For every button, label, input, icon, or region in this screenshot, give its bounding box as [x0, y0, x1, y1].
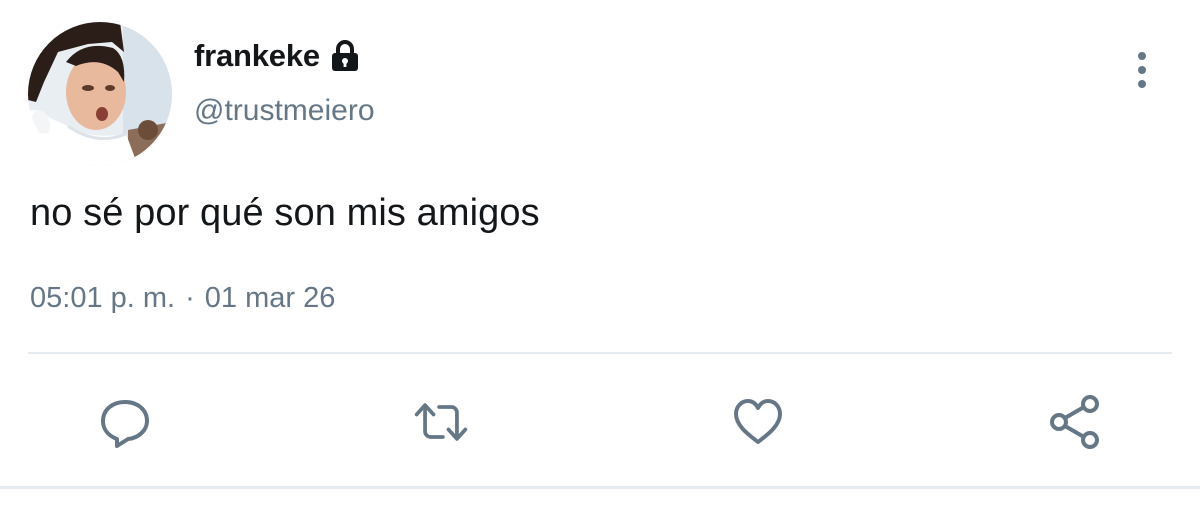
- divider: [0, 486, 1200, 489]
- share-icon: [1050, 395, 1099, 449]
- tweet-time: 05:01 p. m.: [30, 282, 176, 314]
- tweet-card: frankeke @trustmeiero no sé por qué son …: [0, 0, 1200, 506]
- tweet-timestamp[interactable]: 05:01 p. m. · 01 mar 26: [30, 282, 335, 315]
- like-button[interactable]: [728, 392, 788, 452]
- user-handle[interactable]: @trustmeiero: [194, 94, 375, 128]
- heart-icon: [734, 399, 782, 444]
- display-name[interactable]: frankeke: [194, 38, 320, 74]
- reply-icon: [101, 400, 149, 448]
- tweet-date: 01 mar 26: [204, 282, 336, 314]
- tweet-text: no sé por qué son mis amigos: [30, 192, 540, 234]
- divider: [28, 352, 1172, 354]
- reply-button[interactable]: [95, 392, 155, 452]
- retweet-icon: [414, 403, 468, 441]
- avatar-photo: [28, 22, 172, 166]
- lock-icon: [330, 40, 360, 72]
- avatar[interactable]: [28, 22, 172, 166]
- user-name-row: frankeke: [194, 36, 360, 76]
- share-button[interactable]: [1045, 392, 1105, 452]
- more-vertical-icon[interactable]: [1124, 50, 1160, 90]
- retweet-button[interactable]: [411, 392, 471, 452]
- timestamp-separator: ·: [185, 282, 195, 314]
